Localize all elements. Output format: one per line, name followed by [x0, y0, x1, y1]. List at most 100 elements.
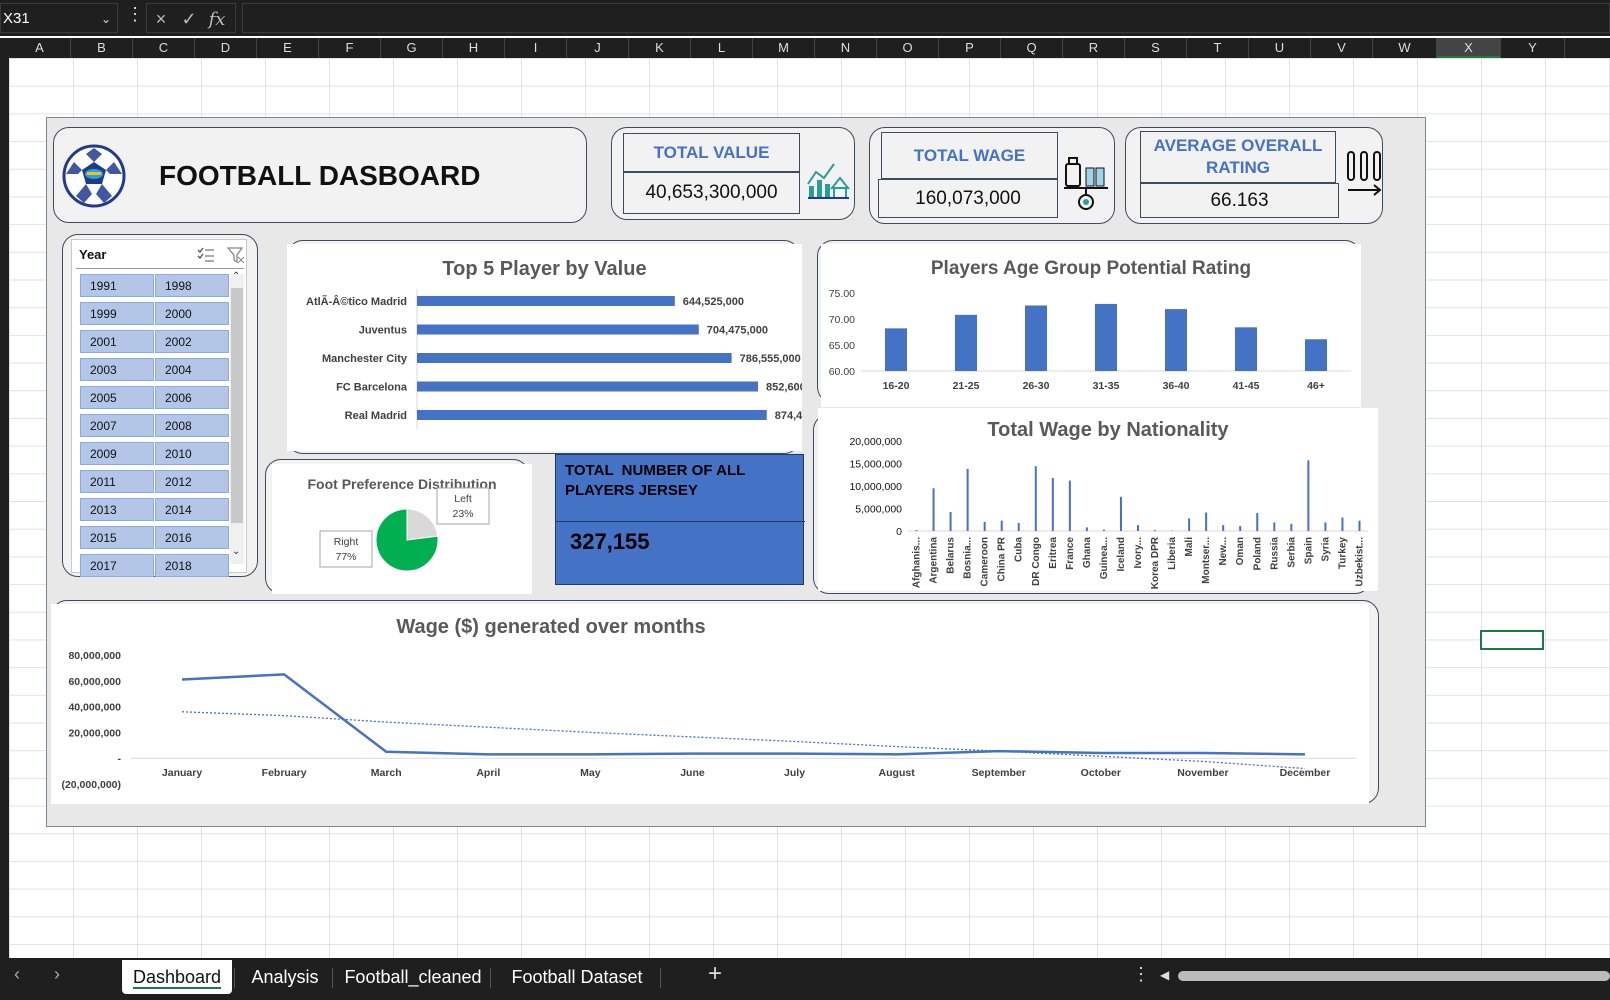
slicer-item-2008[interactable]: 2008: [155, 414, 229, 437]
slicer-item-1999[interactable]: 1999: [80, 302, 154, 325]
months-ytick: (20,000,000): [61, 779, 121, 791]
slicer-item-2015[interactable]: 2015: [80, 526, 154, 549]
column-header-v[interactable]: V: [1311, 38, 1373, 58]
slicer-item-2005[interactable]: 2005: [80, 386, 154, 409]
months-ytick: 20,000,000: [68, 727, 121, 739]
column-header-i[interactable]: I: [505, 38, 567, 58]
slicer-item-1991[interactable]: 1991: [80, 274, 154, 297]
column-header-a[interactable]: A: [9, 38, 71, 58]
sheet-tab-dashboard[interactable]: Dashboard: [122, 960, 232, 994]
column-header-d[interactable]: D: [195, 38, 257, 58]
nation-xtick: Mali: [1184, 537, 1195, 557]
slicer-item-2017[interactable]: 2017: [80, 554, 154, 577]
age-xtick: 41-45: [1233, 380, 1260, 392]
nation-xtick: Montser...: [1201, 537, 1212, 584]
nation-bar: [1222, 525, 1225, 531]
top5-bar: [417, 296, 675, 306]
pie-label-right: Right: [334, 536, 359, 548]
months-xtick: August: [879, 767, 916, 779]
nation-bar: [932, 488, 935, 531]
slicer-scroll-thumb[interactable]: [231, 288, 243, 523]
slicer-item-2004[interactable]: 2004: [155, 358, 229, 381]
slicer-item-2006[interactable]: 2006: [155, 386, 229, 409]
column-header-o[interactable]: O: [877, 38, 939, 58]
column-header-s[interactable]: S: [1125, 38, 1187, 58]
slicer-item-2007[interactable]: 2007: [80, 414, 154, 437]
column-header-w[interactable]: W: [1373, 38, 1437, 58]
column-header-c[interactable]: C: [133, 38, 195, 58]
nation-bar: [1102, 529, 1105, 531]
column-header-e[interactable]: E: [257, 38, 319, 58]
prev-sheet-icon[interactable]: ‹: [14, 964, 20, 985]
add-sheet-button[interactable]: +: [708, 960, 722, 988]
more-tabs-icon[interactable]: ⋮: [1132, 964, 1150, 985]
nation-bar: [1137, 525, 1139, 531]
multi-select-icon[interactable]: [197, 247, 215, 263]
age-xtick: 36-40: [1163, 380, 1190, 392]
slicer-item-2011[interactable]: 2011: [80, 470, 154, 493]
age-ytick: 75.00: [829, 288, 855, 300]
column-header-k[interactable]: K: [629, 38, 691, 58]
clear-filter-icon[interactable]: [227, 246, 245, 264]
slicer-item-2010[interactable]: 2010: [155, 442, 229, 465]
row-headers: [0, 58, 9, 958]
slicer-item-2000[interactable]: 2000: [155, 302, 229, 325]
column-header-n[interactable]: N: [815, 38, 877, 58]
pie-pct-right: 77%: [335, 551, 356, 563]
foot-chart: Foot Preference Distribution Left 23% Righ…: [272, 464, 532, 594]
column-header-h[interactable]: H: [443, 38, 505, 58]
more-options-icon[interactable]: ⋮: [126, 4, 144, 25]
scroll-up-icon[interactable]: ⌃: [232, 271, 240, 282]
column-header-q[interactable]: Q: [1001, 38, 1063, 58]
formula-input[interactable]: [242, 3, 1610, 33]
cancel-icon[interactable]: ×: [147, 4, 175, 34]
nation-bar: [1256, 513, 1259, 531]
kpi-total-wage-label: TOTAL WAGE: [881, 132, 1058, 179]
sheet-tab-analysis[interactable]: Analysis: [240, 960, 330, 994]
column-header-m[interactable]: M: [753, 38, 815, 58]
column-header-f[interactable]: F: [319, 38, 381, 58]
slicer-item-2018[interactable]: 2018: [155, 554, 229, 577]
pie-pct-left: 23%: [452, 508, 473, 520]
column-header-j[interactable]: J: [567, 38, 629, 58]
sheet-tab-football-cleaned[interactable]: Football_cleaned: [338, 960, 488, 994]
slicer-item-2009[interactable]: 2009: [80, 442, 154, 465]
column-header-g[interactable]: G: [381, 38, 443, 58]
column-header-u[interactable]: U: [1249, 38, 1311, 58]
slicer-item-2014[interactable]: 2014: [155, 498, 229, 521]
column-header-y[interactable]: Y: [1501, 38, 1565, 58]
scroll-left-icon[interactable]: ◀: [1160, 968, 1169, 982]
nation-xtick: Russia: [1269, 537, 1280, 570]
foot-plot: Left 23% Right 77%: [319, 487, 490, 572]
jersey-label: TOTAL NUMBER OF ALL PLAYERS JERSEY: [565, 462, 750, 499]
slicer-item-2003[interactable]: 2003: [80, 358, 154, 381]
scroll-down-icon[interactable]: ⌄: [232, 546, 240, 557]
nation-bar: [1188, 518, 1191, 531]
slicer-scrollbar[interactable]: ⌃ ⌄: [230, 271, 244, 564]
slicer-item-2013[interactable]: 2013: [80, 498, 154, 521]
next-sheet-icon[interactable]: ›: [54, 964, 60, 985]
nation-bar: [1239, 526, 1242, 531]
slicer-item-2001[interactable]: 2001: [80, 330, 154, 353]
chevron-down-icon[interactable]: ⌄: [101, 4, 111, 34]
column-header-l[interactable]: L: [691, 38, 753, 58]
slicer-item-2002[interactable]: 2002: [155, 330, 229, 353]
column-header-r[interactable]: R: [1063, 38, 1125, 58]
sheet-tab-football-dataset[interactable]: Football Dataset: [496, 960, 658, 994]
slicer-item-1998[interactable]: 1998: [155, 274, 229, 297]
nation-xtick: New...: [1218, 537, 1229, 566]
column-header-p[interactable]: P: [939, 38, 1001, 58]
enter-icon[interactable]: ✓: [175, 4, 203, 34]
sheet-tab-bar: ‹ › Dashboard Analysis Football_cleaned Foo…: [0, 958, 1610, 1000]
horizontal-scrollbar[interactable]: [1178, 971, 1610, 981]
name-box[interactable]: X31 ⌄: [0, 3, 118, 33]
selected-cell[interactable]: [1480, 630, 1544, 650]
slicer-item-2016[interactable]: 2016: [155, 526, 229, 549]
column-header-t[interactable]: T: [1187, 38, 1249, 58]
nation-xtick: Syria: [1320, 537, 1331, 562]
nation-xtick: Guinea...: [1099, 537, 1110, 579]
column-header-x[interactable]: X: [1437, 38, 1501, 58]
fx-icon[interactable]: fx: [203, 5, 231, 35]
slicer-item-2012[interactable]: 2012: [155, 470, 229, 493]
column-header-b[interactable]: B: [71, 38, 133, 58]
